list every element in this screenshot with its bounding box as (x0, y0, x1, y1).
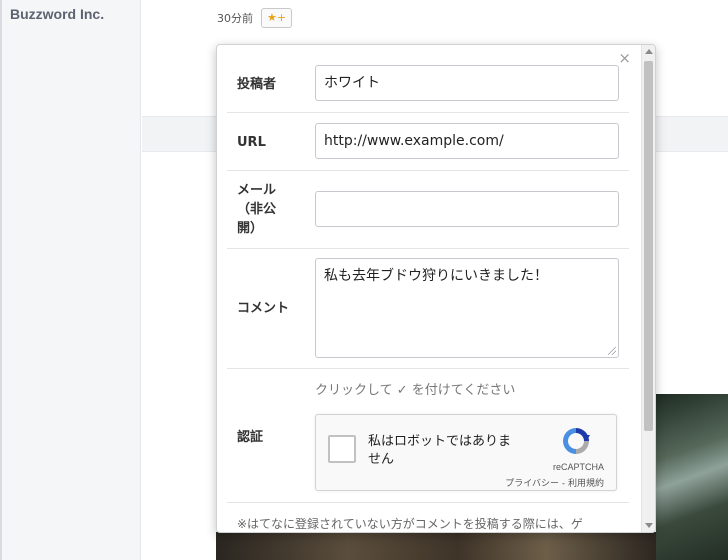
url-input[interactable]: http://www.example.com/ (315, 123, 619, 159)
dialog-scrollbar[interactable] (641, 45, 655, 532)
entry-photo-bottom (216, 532, 656, 560)
entry-time-ago: 30分前 (217, 12, 253, 25)
url-label: URL (237, 135, 266, 150)
left-sidebar: Buzzword Inc. (0, 0, 141, 560)
author-row: 投稿者 ホワイト (227, 55, 629, 113)
author-label: 投稿者 (237, 77, 277, 92)
email-input[interactable] (315, 191, 619, 227)
email-label-line-1: メール (237, 183, 277, 198)
scroll-down-arrow-icon[interactable] (645, 523, 653, 528)
blog-name[interactable]: Buzzword Inc. (10, 6, 104, 22)
url-row: URL http://www.example.com/ (227, 113, 629, 171)
recaptcha-checkbox[interactable] (328, 435, 356, 463)
email-label-line-2: （非公 (237, 202, 277, 217)
recaptcha-widget: 私はロボットではありません reCAPTCHA プライバシー - 利用規約 (315, 414, 617, 491)
resize-grip-icon[interactable] (608, 347, 616, 355)
recaptcha-checkbox-label: 私はロボットではありません (368, 434, 512, 467)
comment-textarea[interactable]: 私も去年ブドウ狩りにいきました！ (315, 258, 619, 358)
guest-comment-notice: ※はてなに登録されていない方がコメントを投稿する際には、ゲ (237, 517, 583, 531)
recaptcha-brand-text: reCAPTCHA (552, 462, 604, 472)
comment-text: 私も去年ブドウ狩りにいきました！ (324, 268, 548, 284)
email-label: メール （非公 開） (237, 181, 276, 238)
author-name-input[interactable]: ホワイト (315, 65, 619, 101)
email-label-line-3: 開） (237, 221, 264, 236)
scroll-up-arrow-icon[interactable] (645, 49, 653, 54)
scroll-thumb[interactable] (644, 61, 653, 431)
comment-label: コメント (237, 301, 290, 316)
recaptcha-privacy-terms-links[interactable]: プライバシー - 利用規約 (505, 476, 604, 489)
captcha-row: 認証 クリックして ✓ を付けてください 私はロボットではありません reCAP… (227, 369, 629, 503)
recaptcha-logo-icon (563, 428, 590, 454)
captcha-hint: クリックして ✓ を付けてください (315, 383, 516, 398)
comment-dialog: × 投稿者 ホワイト URL http://www.example.com/ メ… (216, 44, 656, 533)
captcha-label: 認証 (237, 430, 264, 445)
add-star-button[interactable]: ★+ (261, 8, 292, 28)
entry-photo-right (656, 394, 728, 560)
email-row: メール （非公 開） (227, 171, 629, 249)
comment-row: コメント 私も去年ブドウ狩りにいきました！ (227, 249, 629, 369)
